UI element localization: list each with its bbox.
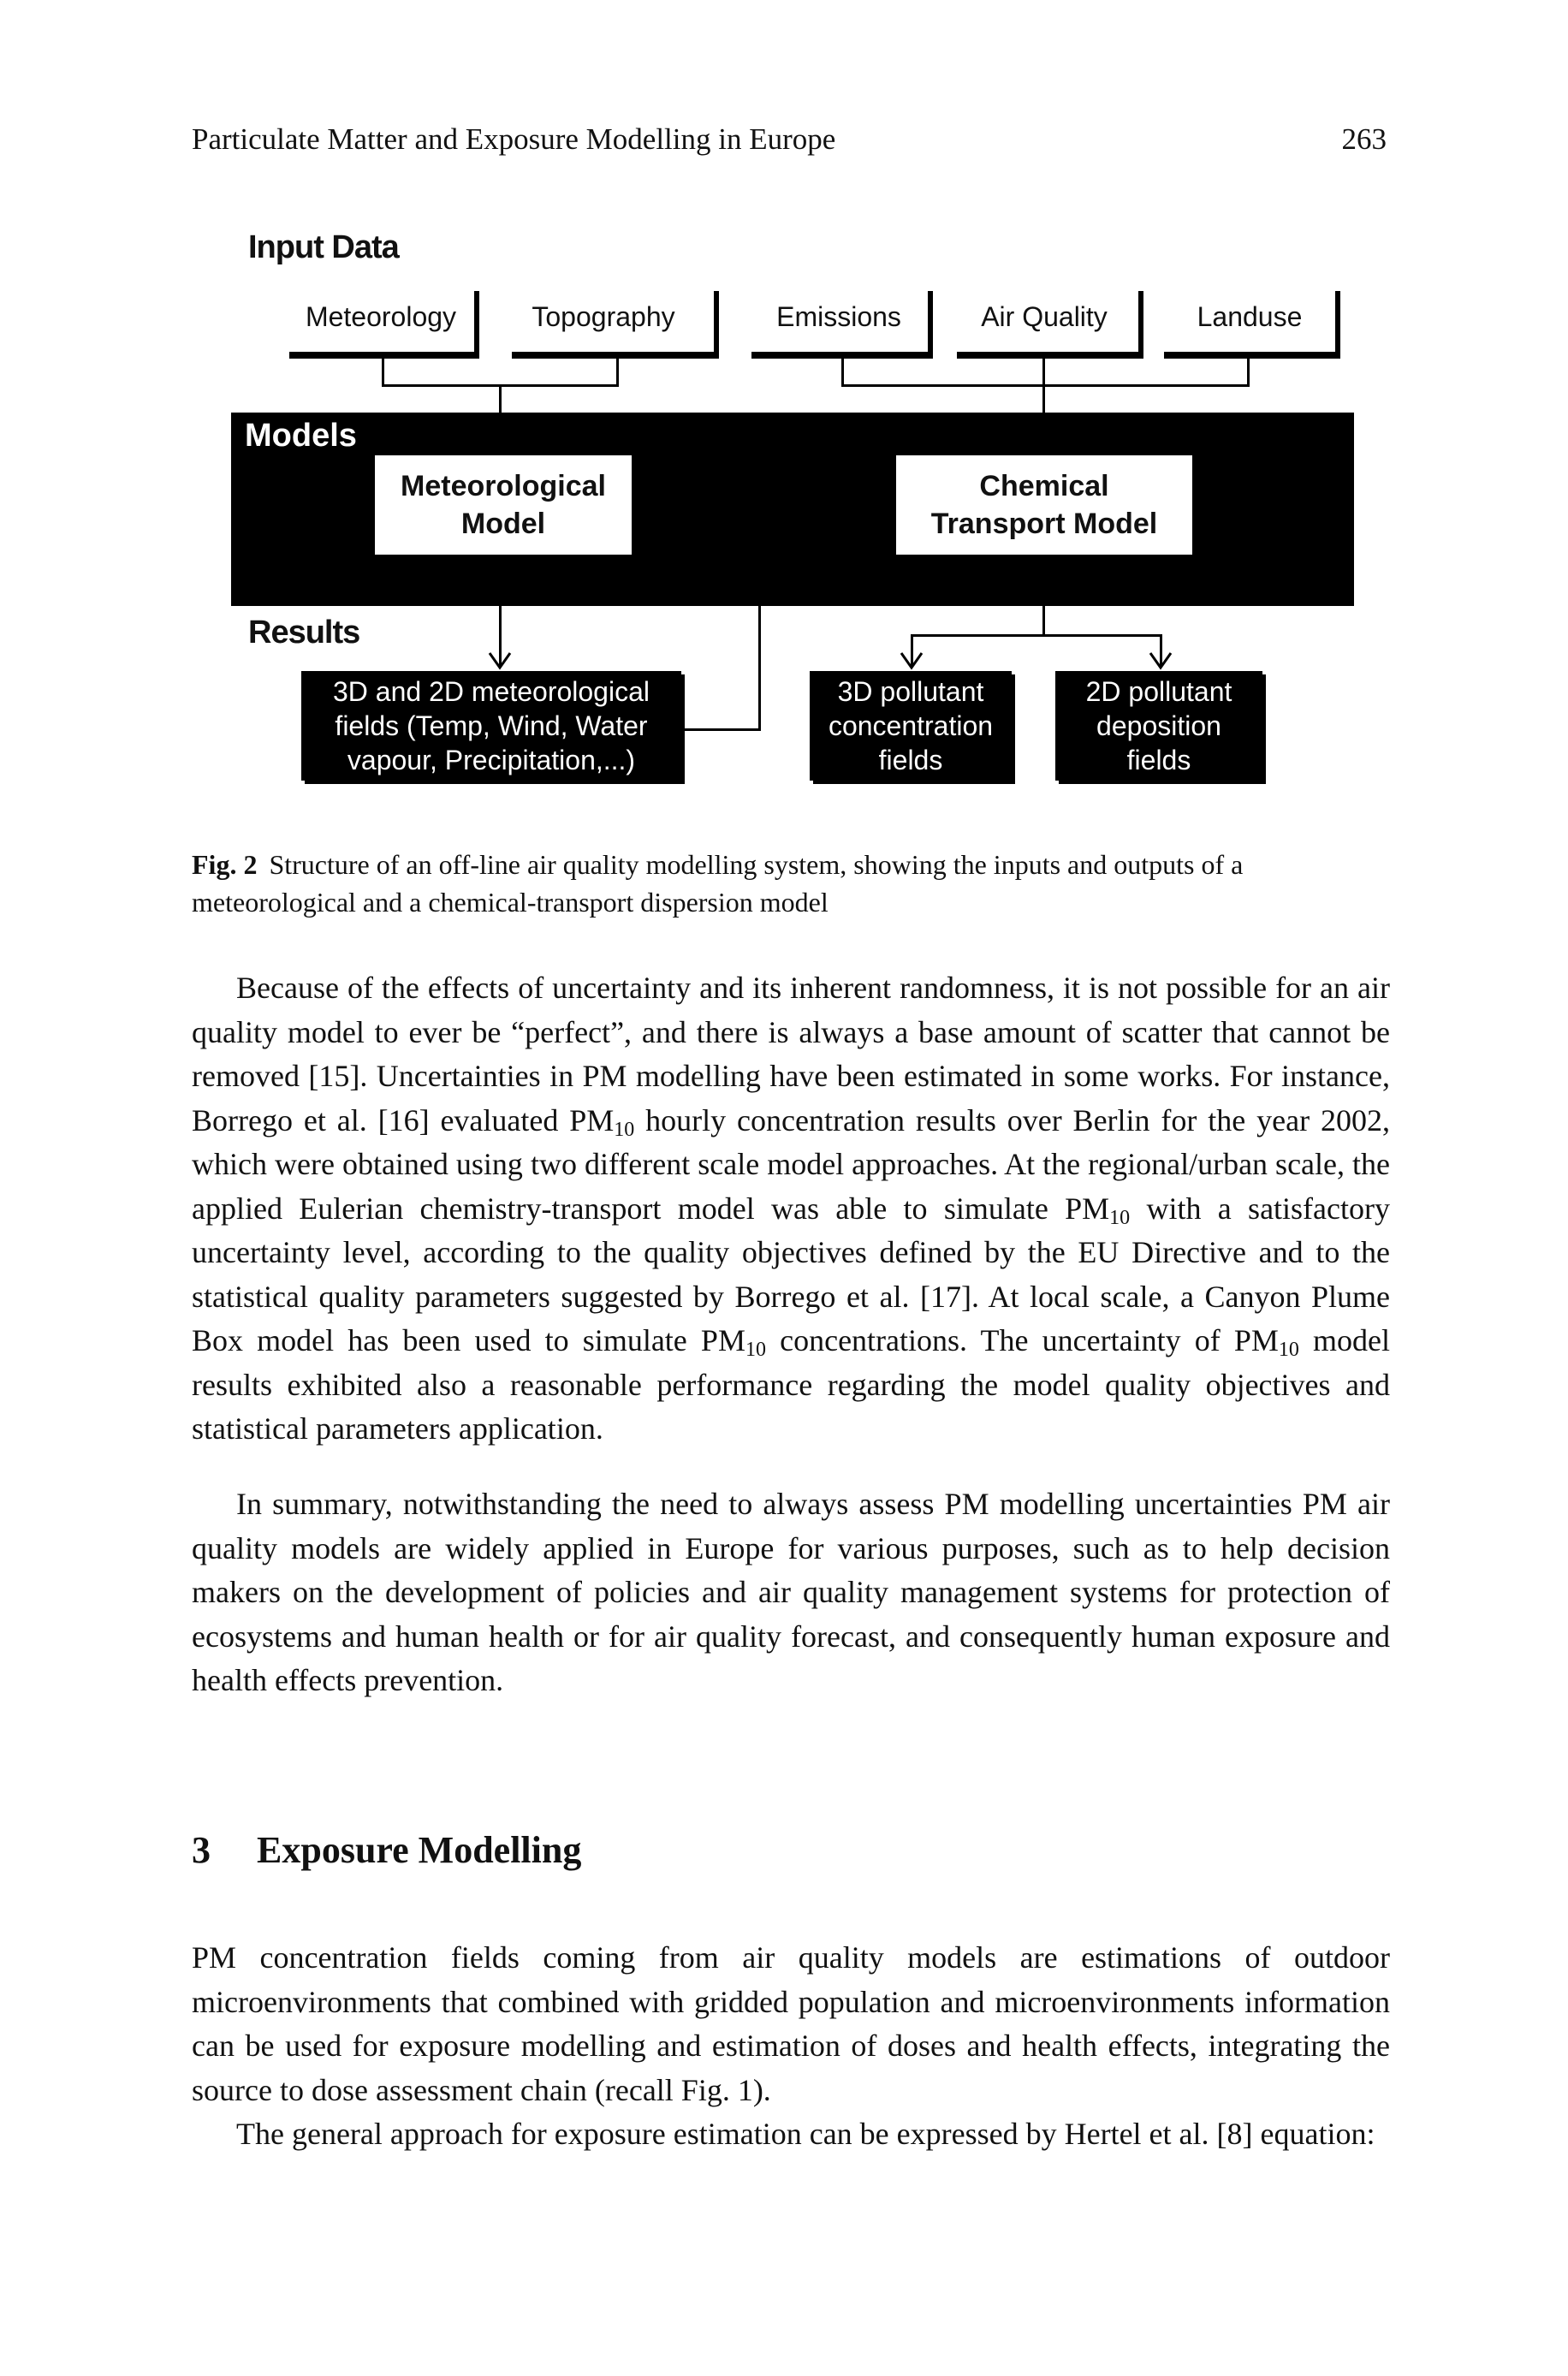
model-line: Transport Model: [930, 508, 1158, 540]
connector: [841, 384, 1250, 387]
text-run: concentrations. The uncertainty of PM: [765, 1323, 1279, 1357]
connector: [911, 634, 1162, 637]
result-line: fields (Temp, Wind, Water: [335, 710, 648, 741]
paragraph-2: In summary, notwithstanding the need to …: [192, 1487, 1390, 1697]
subscript: 10: [614, 1118, 635, 1141]
arrow-down-icon: [1148, 650, 1173, 671]
page-number: 263: [1341, 122, 1387, 156]
result-line: fields: [878, 745, 943, 775]
figure-caption-text: Structure of an off-line air quality mod…: [192, 849, 1244, 918]
input-emissions-underline: [751, 352, 933, 359]
connector: [616, 359, 619, 386]
meteorological-model-box: Meteorological Model: [375, 455, 632, 555]
models-label: Models: [245, 418, 357, 454]
input-air-quality-sideline: [1138, 291, 1143, 359]
input-landuse: Landuse: [1197, 301, 1303, 332]
paragraph-1: Because of the effects of uncertainty an…: [192, 966, 1390, 1452]
input-emissions: Emissions: [776, 301, 901, 332]
connector: [382, 359, 384, 386]
subscript: 10: [745, 1339, 766, 1361]
result-meteorological-fields: 3D and 2D meteorological fields (Temp, W…: [301, 671, 681, 781]
input-landuse-underline: [1164, 352, 1340, 359]
result-line: 3D pollutant: [837, 676, 984, 707]
input-data-label: Input Data: [248, 229, 400, 265]
figure-caption-label: Fig. 2: [192, 849, 258, 880]
connector: [685, 728, 761, 731]
input-topography: Topography: [532, 301, 675, 332]
subscript: 10: [1109, 1206, 1131, 1229]
result-2d-pollutant-deposition: 2D pollutant deposition fields: [1055, 671, 1262, 781]
running-header-title: Particulate Matter and Exposure Modellin…: [192, 122, 836, 156]
section-heading: 3 Exposure Modelling: [192, 1828, 581, 1872]
input-meteorology: Meteorology: [305, 301, 457, 332]
input-meteorology-sideline: [474, 291, 479, 359]
result-line: fields: [1126, 745, 1191, 775]
connector: [1042, 606, 1045, 637]
result-line: 2D pollutant: [1085, 676, 1232, 707]
result-3d-pollutant-concentration: 3D pollutant concentration fields: [810, 671, 1012, 781]
input-meteorology-underline: [289, 352, 479, 359]
arrow-down-icon: [899, 650, 924, 671]
connector: [841, 359, 844, 386]
input-topography-sideline: [714, 291, 719, 359]
input-emissions-sideline: [928, 291, 933, 359]
connector: [1042, 359, 1045, 415]
connector: [758, 606, 761, 731]
arrow-down-icon: [487, 650, 513, 671]
model-line: Model: [460, 508, 546, 540]
section-title: Exposure Modelling: [257, 1829, 582, 1871]
input-topography-underline: [512, 352, 719, 359]
paragraph-3: PM concentration fields coming from air …: [192, 1940, 1390, 2107]
paragraph-4: The general approach for exposure estima…: [236, 2117, 1375, 2151]
result-line: concentration: [828, 710, 994, 741]
model-line: Meteorological: [401, 469, 606, 502]
model-line: Chemical: [979, 469, 1109, 502]
section-number: 3: [192, 1829, 211, 1871]
connector: [499, 386, 502, 415]
input-air-quality: Air Quality: [981, 301, 1108, 332]
results-label: Results: [248, 615, 360, 650]
subscript: 10: [1278, 1339, 1299, 1361]
input-landuse-sideline: [1335, 291, 1340, 359]
result-line: vapour, Precipitation,...): [347, 745, 636, 775]
result-line: deposition: [1096, 710, 1221, 741]
chemical-transport-model-box: Chemical Transport Model: [896, 455, 1192, 555]
connector: [1247, 359, 1250, 386]
figure-caption: Fig. 2 Structure of an off-line air quali…: [192, 846, 1390, 921]
result-line: 3D and 2D meteorological: [333, 676, 650, 707]
input-air-quality-underline: [957, 352, 1143, 359]
